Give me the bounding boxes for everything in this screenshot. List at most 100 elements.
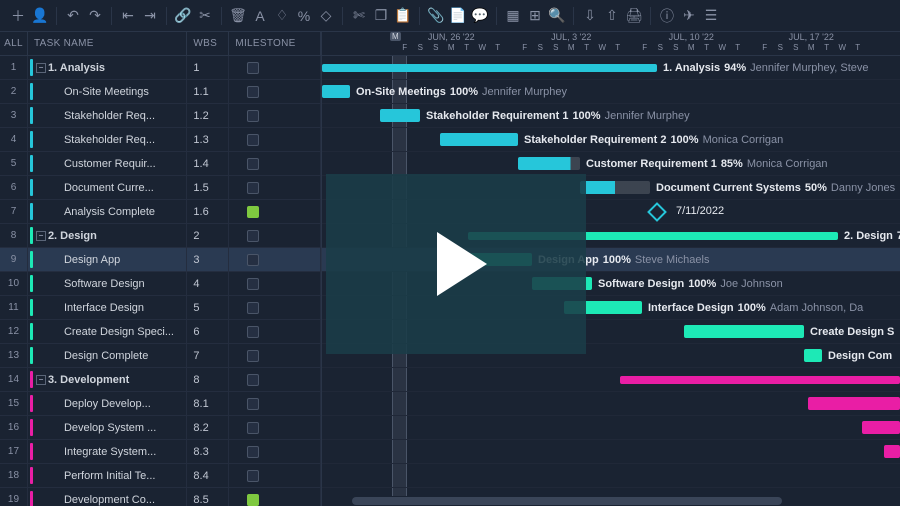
milestone-checkbox[interactable] <box>247 446 259 458</box>
table-row[interactable]: 11Interface Design5 <box>0 296 321 320</box>
milestone-checkbox[interactable] <box>247 494 259 506</box>
task-name-cell[interactable]: Document Curre... <box>28 176 187 199</box>
milestone-checkbox[interactable] <box>247 206 259 218</box>
milestone-cell[interactable] <box>229 296 321 319</box>
gantt-bar[interactable] <box>884 445 900 458</box>
grid-icon[interactable]: ⊞ <box>525 6 545 26</box>
milestone-checkbox[interactable] <box>247 110 259 122</box>
task-name-cell[interactable]: Development Co... <box>28 488 187 506</box>
th-wbs[interactable]: WBS <box>187 32 229 55</box>
table-row[interactable]: 10Software Design4 <box>0 272 321 296</box>
th-milestone[interactable]: MILESTONE <box>229 32 321 55</box>
link-icon[interactable]: 🔗 <box>173 6 193 26</box>
import-icon[interactable]: ⇩ <box>580 6 600 26</box>
disclosure-icon[interactable]: − <box>36 231 46 241</box>
milestone-cell[interactable] <box>229 344 321 367</box>
gantt-summary-bar[interactable]: 1. Analysis94%Jennifer Murphey, Steve <box>322 64 657 72</box>
undo-icon[interactable]: ↶ <box>63 6 83 26</box>
milestone-checkbox[interactable] <box>247 134 259 146</box>
gantt-bar[interactable]: Design Com <box>804 349 822 362</box>
columns-icon[interactable]: ▦ <box>503 6 523 26</box>
task-name-cell[interactable]: Deploy Develop... <box>28 392 187 415</box>
paste-icon[interactable]: 📋 <box>393 6 413 26</box>
task-name-cell[interactable]: Stakeholder Req... <box>28 128 187 151</box>
milestone-checkbox[interactable] <box>247 254 259 266</box>
task-name-cell[interactable]: Interface Design <box>28 296 187 319</box>
task-name-cell[interactable]: Stakeholder Req... <box>28 104 187 127</box>
gantt-bar[interactable]: Stakeholder Requirement 1100%Jennifer Mu… <box>380 109 420 122</box>
table-row[interactable]: 18Perform Initial Te...8.4 <box>0 464 321 488</box>
milestone-checkbox[interactable] <box>247 470 259 482</box>
unlink-icon[interactable]: ✂ <box>195 6 215 26</box>
milestone-cell[interactable] <box>229 392 321 415</box>
percent-icon[interactable]: % <box>294 6 314 26</box>
table-row[interactable]: 5Customer Requir...1.4 <box>0 152 321 176</box>
comment-icon[interactable]: 💬 <box>470 6 490 26</box>
table-row[interactable]: 13Design Complete7 <box>0 344 321 368</box>
cut-icon[interactable]: ✄ <box>349 6 369 26</box>
th-task-name[interactable]: TASK NAME <box>28 32 187 55</box>
table-row[interactable]: 12Create Design Speci...6 <box>0 320 321 344</box>
indent-icon[interactable]: ⇥ <box>140 6 160 26</box>
milestone-cell[interactable] <box>229 416 321 439</box>
table-row[interactable]: 14−3. Development8 <box>0 368 321 392</box>
task-name-cell[interactable]: Design Complete <box>28 344 187 367</box>
video-play-overlay[interactable] <box>326 174 586 354</box>
table-row[interactable]: 16Develop System ...8.2 <box>0 416 321 440</box>
milestone-cell[interactable] <box>229 488 321 506</box>
milestone-checkbox[interactable] <box>247 326 259 338</box>
table-row[interactable]: 2On-Site Meetings1.1 <box>0 80 321 104</box>
milestone-checkbox[interactable] <box>247 158 259 170</box>
zoom-icon[interactable]: 🔍 <box>547 6 567 26</box>
table-row[interactable]: 1−1. Analysis1 <box>0 56 321 80</box>
task-name-cell[interactable]: On-Site Meetings <box>28 80 187 103</box>
gantt-bar[interactable]: Document Current Systems50%Danny Jones <box>580 181 650 194</box>
task-name-cell[interactable]: Customer Requir... <box>28 152 187 175</box>
redo-icon[interactable]: ↷ <box>85 6 105 26</box>
gantt-bar[interactable]: Customer Requirement 185%Monica Corrigan <box>518 157 580 170</box>
scrollbar-thumb[interactable] <box>352 497 782 505</box>
person-icon[interactable]: 👤 <box>30 6 50 26</box>
task-name-cell[interactable]: −1. Analysis <box>28 56 187 79</box>
milestone-cell[interactable] <box>229 368 321 391</box>
task-name-cell[interactable]: Analysis Complete <box>28 200 187 223</box>
outdent-icon[interactable]: ⇤ <box>118 6 138 26</box>
gantt-bar[interactable]: Stakeholder Requirement 2100%Monica Corr… <box>440 133 518 146</box>
milestone-cell[interactable] <box>229 152 321 175</box>
milestone-checkbox[interactable] <box>247 350 259 362</box>
milestone-checkbox[interactable] <box>247 374 259 386</box>
print-icon[interactable]: 🖨 <box>624 6 644 26</box>
milestone-checkbox[interactable] <box>247 86 259 98</box>
disclosure-icon[interactable]: − <box>36 63 46 73</box>
task-name-cell[interactable]: Develop System ... <box>28 416 187 439</box>
task-name-cell[interactable]: Software Design <box>28 272 187 295</box>
task-name-cell[interactable]: −2. Design <box>28 224 187 247</box>
milestone-checkbox[interactable] <box>247 278 259 290</box>
th-all[interactable]: ALL <box>0 32 28 55</box>
table-row[interactable]: 4Stakeholder Req...1.3 <box>0 128 321 152</box>
milestone-cell[interactable] <box>229 464 321 487</box>
milestone-checkbox[interactable] <box>247 302 259 314</box>
task-name-cell[interactable]: Design App <box>28 248 187 271</box>
task-name-cell[interactable]: Perform Initial Te... <box>28 464 187 487</box>
gantt-summary-bar[interactable] <box>620 376 900 384</box>
table-row[interactable]: 17Integrate System...8.3 <box>0 440 321 464</box>
task-name-cell[interactable]: Create Design Speci... <box>28 320 187 343</box>
milestone-checkbox[interactable] <box>247 422 259 434</box>
milestone-checkbox[interactable] <box>247 182 259 194</box>
send-icon[interactable]: ✈ <box>679 6 699 26</box>
milestone-cell[interactable] <box>229 248 321 271</box>
note-icon[interactable]: 📄 <box>448 6 468 26</box>
milestone-cell[interactable] <box>229 200 321 223</box>
milestone-cell[interactable] <box>229 80 321 103</box>
milestone-checkbox[interactable] <box>247 230 259 242</box>
milestone-checkbox[interactable] <box>247 62 259 74</box>
horizontal-scrollbar[interactable] <box>322 496 900 506</box>
gantt-bar[interactable]: Deploy Develop <box>808 397 900 410</box>
table-row[interactable]: 8−2. Design2 <box>0 224 321 248</box>
more-icon[interactable]: ☰ <box>701 6 721 26</box>
table-row[interactable]: 15Deploy Develop...8.1 <box>0 392 321 416</box>
milestone-cell[interactable] <box>229 56 321 79</box>
gantt-bar[interactable] <box>862 421 900 434</box>
export-icon[interactable]: ⇧ <box>602 6 622 26</box>
